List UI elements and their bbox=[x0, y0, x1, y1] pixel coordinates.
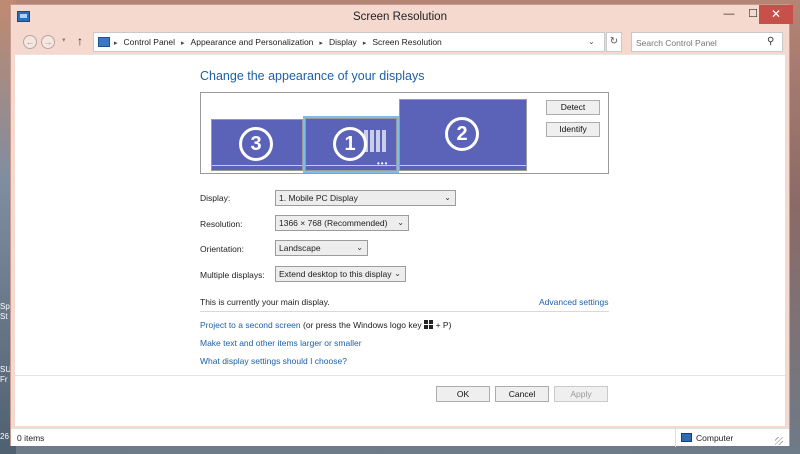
display-settings-help-link[interactable]: What display settings should I choose? bbox=[200, 356, 347, 366]
project-hint-text: (or press the Windows logo key bbox=[303, 320, 422, 330]
computer-icon bbox=[681, 433, 692, 442]
divider bbox=[675, 429, 676, 447]
desktop-text: Fr bbox=[0, 375, 8, 384]
multiple-displays-select-value: Extend desktop to this display bbox=[279, 269, 392, 279]
window-title: Screen Resolution bbox=[353, 11, 447, 23]
main-display-status: This is currently your main display. bbox=[200, 297, 330, 307]
desktop-text: Sp bbox=[0, 302, 10, 311]
identify-button[interactable]: Identify bbox=[546, 122, 600, 137]
status-location: Computer bbox=[696, 433, 734, 443]
address-dropdown-icon[interactable]: ⌄ bbox=[588, 37, 595, 46]
refresh-icon[interactable]: ↻ bbox=[606, 32, 622, 52]
monitor-number: 2 bbox=[445, 117, 479, 151]
detect-button[interactable]: Detect bbox=[546, 100, 600, 115]
search-box[interactable]: ⚲ bbox=[631, 32, 783, 52]
recent-locations-chevron-icon[interactable]: ▾ bbox=[62, 36, 66, 44]
display-arrangement-panel: 3 1 ••• 2 Detect Identify bbox=[200, 92, 609, 174]
monitor-number: 1 bbox=[333, 127, 367, 161]
orientation-select[interactable]: Landscape ⌄ bbox=[275, 240, 368, 256]
monitor-1[interactable]: 1 ••• bbox=[303, 116, 399, 173]
resolution-select-value: 1366 × 768 (Recommended) bbox=[279, 218, 388, 228]
monitor-number: 3 bbox=[239, 127, 273, 161]
main-content: Change the appearance of your displays 3… bbox=[15, 54, 785, 426]
resize-grip-icon[interactable] bbox=[775, 437, 783, 445]
back-arrow-icon[interactable]: ← bbox=[23, 35, 37, 49]
divider bbox=[200, 311, 609, 312]
address-field[interactable]: ▸ Control Panel ▸ Appearance and Personaliz… bbox=[93, 32, 605, 52]
larger-text-link[interactable]: Make text and other items larger or smal… bbox=[200, 338, 362, 348]
search-input[interactable] bbox=[636, 36, 762, 49]
monitor-taskbar bbox=[306, 165, 396, 166]
cancel-button[interactable]: Cancel bbox=[495, 386, 549, 402]
chevron-down-icon: ⌄ bbox=[444, 193, 451, 202]
breadcrumb-separator-icon[interactable]: ▸ bbox=[114, 40, 118, 47]
apply-button[interactable]: Apply bbox=[554, 386, 608, 402]
forward-arrow-icon[interactable]: → bbox=[41, 35, 55, 49]
monitor-2[interactable]: 2 bbox=[399, 99, 527, 171]
breadcrumb-appearance[interactable]: Appearance and Personalization bbox=[191, 37, 314, 47]
display-label: Display: bbox=[200, 193, 231, 203]
address-bar: ← → ▾ ↑ ▸ Control Panel ▸ Appearance and Pe… bbox=[15, 31, 785, 53]
monitor-3[interactable]: 3 bbox=[211, 119, 303, 171]
breadcrumb-control-panel[interactable]: Control Panel bbox=[124, 37, 176, 47]
resolution-select[interactable]: 1366 × 768 (Recommended) ⌄ bbox=[275, 215, 409, 231]
divider bbox=[15, 375, 785, 376]
control-panel-window: Screen Resolution — ☐ ✕ ← → ▾ ↑ ▸ Control… bbox=[10, 4, 793, 447]
chevron-down-icon: ⌄ bbox=[394, 269, 401, 278]
advanced-settings-link[interactable]: Advanced settings bbox=[539, 297, 608, 307]
display-select-value: 1. Mobile PC Display bbox=[279, 193, 358, 203]
display-select[interactable]: 1. Mobile PC Display ⌄ bbox=[275, 190, 456, 206]
control-panel-icon bbox=[98, 37, 110, 47]
close-button[interactable]: ✕ bbox=[759, 5, 793, 24]
breadcrumb-separator-icon[interactable]: ▸ bbox=[181, 40, 185, 47]
desktop-text: 26 bbox=[0, 432, 9, 441]
ok-button[interactable]: OK bbox=[436, 386, 490, 402]
monitor-taskbar bbox=[212, 165, 302, 166]
breadcrumb-separator-icon[interactable]: ▸ bbox=[319, 40, 323, 47]
desktop-text: St bbox=[0, 312, 8, 321]
title-bar[interactable]: Screen Resolution — ☐ ✕ bbox=[11, 5, 793, 31]
resolution-label: Resolution: bbox=[200, 219, 243, 229]
chevron-down-icon: ⌄ bbox=[356, 243, 363, 252]
minimize-button[interactable]: — bbox=[717, 5, 741, 25]
up-arrow-icon[interactable]: ↑ bbox=[77, 34, 83, 48]
monitor-taskbar bbox=[400, 165, 526, 166]
multiple-displays-label: Multiple displays: bbox=[200, 270, 265, 280]
chevron-down-icon: ⌄ bbox=[397, 218, 404, 227]
start-screen-icon bbox=[364, 130, 388, 152]
breadcrumb: ▸ Control Panel ▸ Appearance and Personaliz… bbox=[114, 37, 442, 47]
project-second-screen-link[interactable]: Project to a second screen bbox=[200, 320, 301, 330]
search-icon[interactable]: ⚲ bbox=[767, 36, 774, 47]
breadcrumb-separator-icon[interactable]: ▸ bbox=[363, 40, 367, 47]
project-hint-suffix: + P) bbox=[435, 320, 452, 330]
windows-logo-icon bbox=[423, 320, 434, 329]
orientation-label: Orientation: bbox=[200, 244, 244, 254]
item-count: 0 items bbox=[17, 433, 45, 443]
more-dots-icon: ••• bbox=[377, 159, 389, 168]
project-row: Project to a second screen (or press the… bbox=[200, 320, 451, 330]
multiple-displays-select[interactable]: Extend desktop to this display ⌄ bbox=[275, 266, 406, 282]
breadcrumb-display[interactable]: Display bbox=[329, 37, 357, 47]
page-title: Change the appearance of your displays bbox=[200, 69, 425, 83]
breadcrumb-screen-resolution[interactable]: Screen Resolution bbox=[372, 37, 441, 47]
status-bar: 0 items Computer bbox=[11, 428, 789, 447]
orientation-select-value: Landscape bbox=[279, 243, 321, 253]
